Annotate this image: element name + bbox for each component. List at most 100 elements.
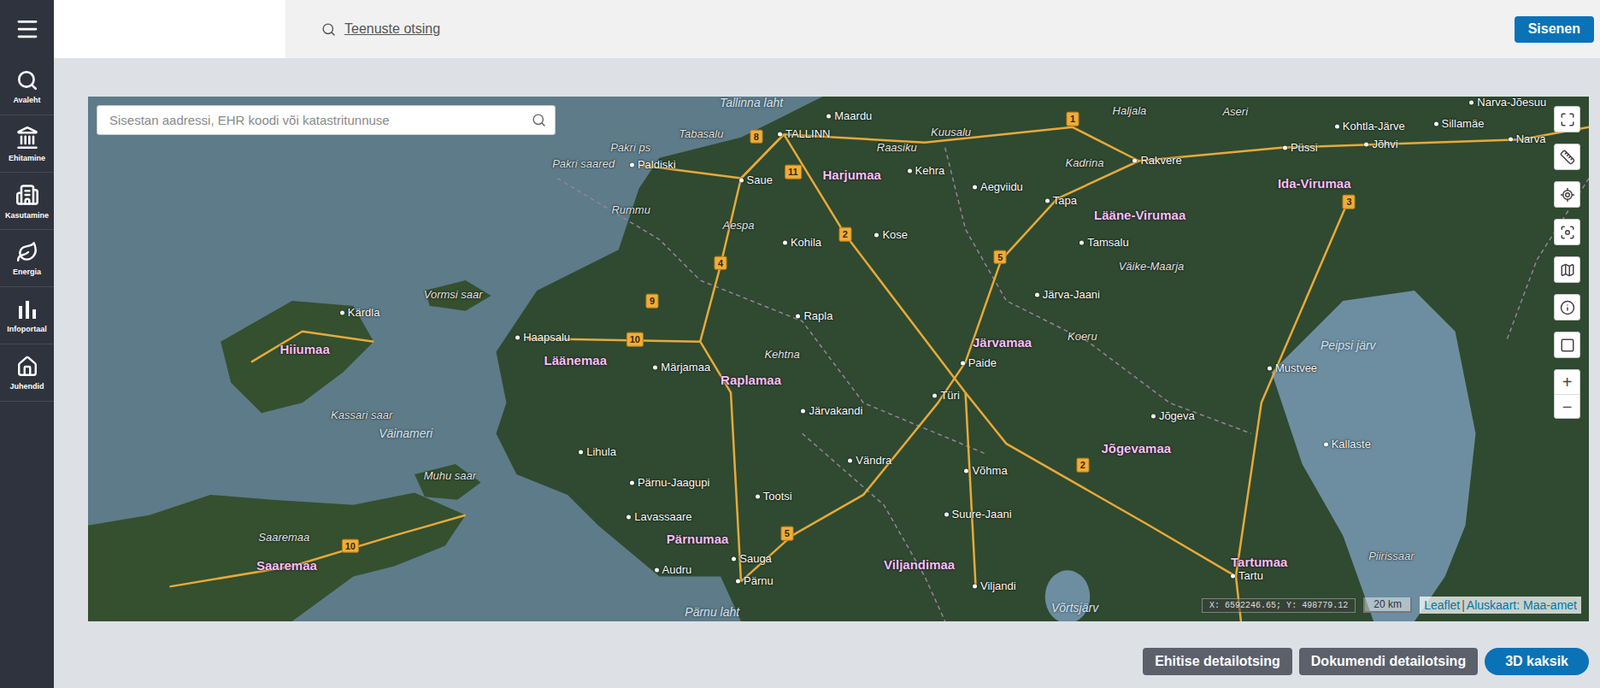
sidebar-item[interactable]: Infoportaal bbox=[0, 287, 54, 345]
town-label: Pärnu bbox=[735, 575, 774, 589]
town-label: Kehra bbox=[907, 164, 946, 178]
town-dot bbox=[1282, 145, 1288, 150]
town-label: Tamsalu bbox=[1079, 235, 1129, 249]
town-label: Jõhvi bbox=[1364, 138, 1398, 152]
town-label: Narva bbox=[1508, 133, 1547, 147]
app: Avaleht EhitamineKasutamineEnergiaInfopor… bbox=[0, 0, 1600, 688]
fullscreen-icon bbox=[1559, 111, 1576, 128]
town-dot bbox=[777, 132, 783, 137]
town-dot bbox=[654, 568, 659, 573]
locate-button[interactable] bbox=[1553, 181, 1581, 208]
town-label: Paide bbox=[960, 356, 997, 370]
sidebar-item[interactable]: Kasutamine bbox=[0, 172, 54, 230]
sidebar-item[interactable]: Avaleht bbox=[0, 58, 54, 116]
town-label: Võhma bbox=[964, 464, 1007, 478]
county-label: Hiiumaa bbox=[279, 342, 330, 358]
menu-button[interactable] bbox=[0, 0, 54, 59]
search-icon[interactable] bbox=[531, 112, 547, 128]
sidebar-label: Avaleht bbox=[12, 95, 41, 105]
login-button[interactable]: Sisenen bbox=[1514, 16, 1595, 43]
town-dot bbox=[515, 335, 520, 340]
place-label: Koeru bbox=[1067, 329, 1098, 343]
map[interactable]: Tallinna lahtMaarduTabasaluTALLINNKuusal… bbox=[88, 96, 1589, 622]
town-label: Lihula bbox=[578, 445, 617, 459]
fullscreen-button[interactable] bbox=[1553, 105, 1581, 133]
town-dot bbox=[1035, 292, 1040, 297]
town-dot bbox=[826, 113, 831, 118]
search-icon bbox=[321, 22, 336, 37]
town-dot bbox=[800, 408, 806, 413]
top-bar: Teenuste otsing Sisenen bbox=[53, 0, 1600, 59]
layers-button[interactable] bbox=[1553, 256, 1581, 283]
sidebar-item[interactable]: Juhendid bbox=[0, 344, 54, 402]
town-label: Haapsalu bbox=[515, 330, 571, 344]
road-badge: 2 bbox=[1076, 458, 1089, 473]
base-map-link[interactable]: Aluskaart: Maa-amet bbox=[1466, 598, 1577, 612]
place-label: Tabasalu bbox=[678, 128, 724, 142]
town-label: Maardu bbox=[826, 109, 872, 123]
action-button[interactable]: Dokumendi detailotsing bbox=[1299, 647, 1478, 676]
town-dot bbox=[1045, 198, 1050, 203]
town-label: Märjamaa bbox=[652, 360, 711, 374]
place-label: Aseri bbox=[1222, 105, 1248, 118]
town-dot bbox=[1364, 142, 1369, 148]
town-label: Türi bbox=[932, 389, 959, 403]
road-badge: 10 bbox=[626, 332, 644, 348]
town-dot bbox=[1323, 442, 1329, 448]
muhu bbox=[414, 464, 482, 500]
county-label: Järvamaa bbox=[972, 335, 1032, 350]
town-label: Kohtla-Järve bbox=[1335, 119, 1406, 133]
town-label: Viljandi bbox=[972, 580, 1017, 594]
home-icon bbox=[16, 355, 39, 378]
leaflet-link[interactable]: Leaflet bbox=[1423, 598, 1460, 612]
search-icon bbox=[16, 69, 39, 92]
sidebar-item[interactable]: Energia bbox=[0, 229, 54, 288]
locate-icon bbox=[1559, 187, 1576, 203]
town-dot bbox=[739, 177, 744, 183]
measure-button[interactable] bbox=[1553, 143, 1581, 171]
town-label: Tartu bbox=[1230, 570, 1264, 583]
sidebar-item[interactable]: Ehitamine bbox=[0, 115, 54, 173]
house-icon bbox=[15, 182, 40, 207]
place-label: Aespa bbox=[723, 218, 755, 232]
satellite-map[interactable] bbox=[88, 96, 1589, 622]
focus-button[interactable] bbox=[1553, 218, 1581, 246]
town-label: Tapa bbox=[1045, 194, 1077, 207]
address-input[interactable] bbox=[107, 111, 532, 129]
info-button[interactable] bbox=[1553, 294, 1581, 321]
town-label: Rapla bbox=[795, 309, 833, 323]
zoom-in-button[interactable]: + bbox=[1554, 370, 1580, 395]
town-dot bbox=[629, 163, 635, 168]
county-label: Tartumaa bbox=[1230, 554, 1288, 570]
town-dot bbox=[907, 169, 912, 174]
place-label: Saaremaa bbox=[258, 531, 310, 545]
road-badge: 10 bbox=[341, 538, 359, 553]
zoom-control: +− bbox=[1553, 369, 1581, 419]
place-label: Haljala bbox=[1112, 104, 1148, 118]
hamburger-icon bbox=[14, 16, 41, 42]
town-label: Sillamäe bbox=[1434, 117, 1485, 131]
town-dot bbox=[1132, 158, 1137, 164]
action-button[interactable]: Ehitise detailotsing bbox=[1142, 647, 1293, 676]
town-dot bbox=[1079, 240, 1084, 245]
town-label: Saue bbox=[739, 173, 773, 187]
place-label: Pakri ps bbox=[610, 141, 651, 154]
town-dot bbox=[629, 480, 635, 485]
town-dot bbox=[626, 515, 631, 520]
info-icon bbox=[1559, 300, 1576, 316]
scale-bar: 20 km bbox=[1363, 597, 1412, 613]
water-label: Peipsi järv bbox=[1320, 338, 1377, 353]
town-label: Suure-Jaani bbox=[944, 507, 1012, 521]
map-footer: X: 6592246.65; Y: 498779.1220 kmLeaflet|… bbox=[1201, 596, 1582, 614]
zoom-out-button[interactable]: − bbox=[1554, 394, 1580, 418]
extent-button[interactable] bbox=[1553, 331, 1581, 359]
action-button[interactable]: 3D kaksik bbox=[1484, 647, 1589, 676]
sidebar: Avaleht EhitamineKasutamineEnergiaInfopor… bbox=[0, 0, 54, 688]
service-search-link[interactable]: Teenuste otsing bbox=[321, 21, 441, 37]
town-label: Vändra bbox=[847, 454, 892, 468]
road-badge: 2 bbox=[838, 227, 852, 242]
county-label: Läänemaa bbox=[544, 353, 607, 369]
county-label: Harjumaa bbox=[822, 167, 881, 183]
town-dot bbox=[1434, 122, 1439, 127]
road-badge: 3 bbox=[1342, 194, 1356, 210]
